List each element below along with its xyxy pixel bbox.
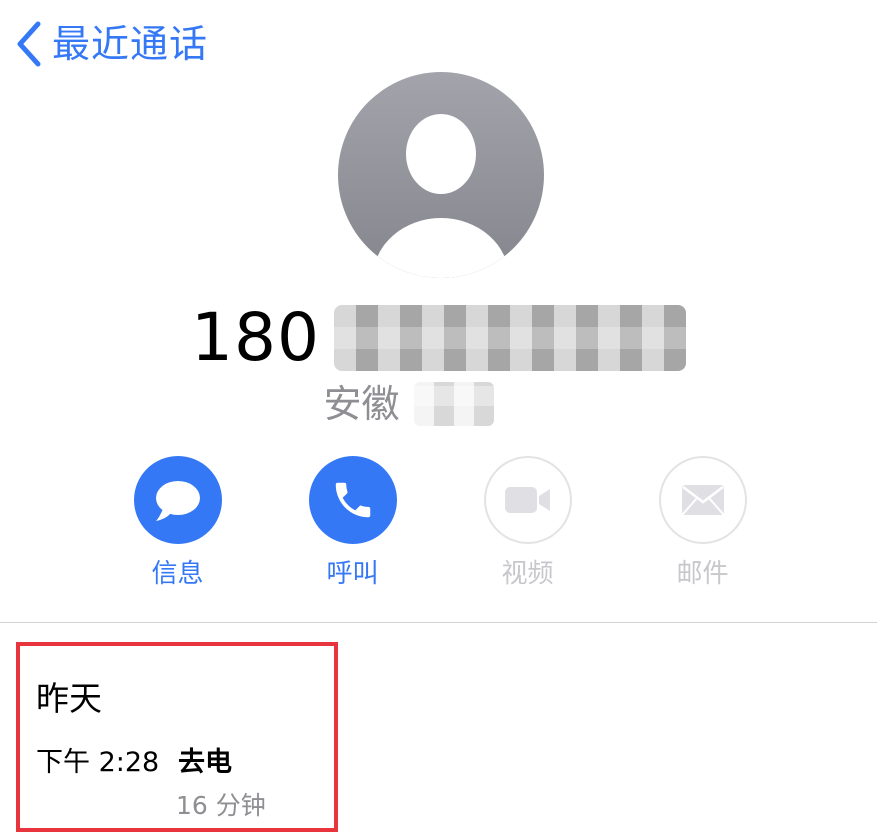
call-button-circle [308,456,397,544]
call-details-screen: 最近通话 180 安徽 信息 呼叫 视频 邮件 昨天 下午 2:28 去电 16… [0,0,877,838]
call-log-entry: 昨天 下午 2:28 去电 16 分钟 [16,642,338,832]
video-button-label: 视频 [501,559,554,589]
mail-envelope-icon [681,485,724,515]
message-button-label: 信息 [151,559,204,589]
contact-avatar [338,72,544,278]
back-button[interactable]: 最近通话 [14,18,208,70]
phone-number-prefix: 180 [191,299,320,376]
phone-number: 180 [0,295,877,381]
call-button-label: 呼叫 [326,559,379,589]
video-button-circle [483,456,572,544]
chevron-left-icon [17,21,41,67]
call-button[interactable]: 呼叫 [265,456,440,596]
contact-actions: 信息 呼叫 视频 邮件 [90,456,790,596]
mail-button-label: 邮件 [676,559,729,589]
message-button-circle [133,456,222,544]
back-button-label: 最近通话 [52,22,209,66]
video-camera-icon [504,487,550,513]
call-log-day: 昨天 [36,679,102,718]
message-button[interactable]: 信息 [90,456,265,596]
call-log-time: 下午 2:28 [36,747,160,778]
call-log-duration: 16 分钟 [176,791,266,820]
phone-icon [335,482,370,518]
section-divider [0,622,877,623]
location-redacted [413,382,494,426]
phone-number-redacted [333,305,686,371]
video-button[interactable]: 视频 [440,456,615,596]
location-region: 安徽 [323,382,400,426]
mail-button[interactable]: 邮件 [615,456,790,596]
person-silhouette-icon [338,72,544,278]
message-bubble-icon [155,481,200,521]
mail-button-circle [658,456,747,544]
number-location: 安徽 [0,378,877,430]
call-log-type: 去电 [178,747,232,778]
